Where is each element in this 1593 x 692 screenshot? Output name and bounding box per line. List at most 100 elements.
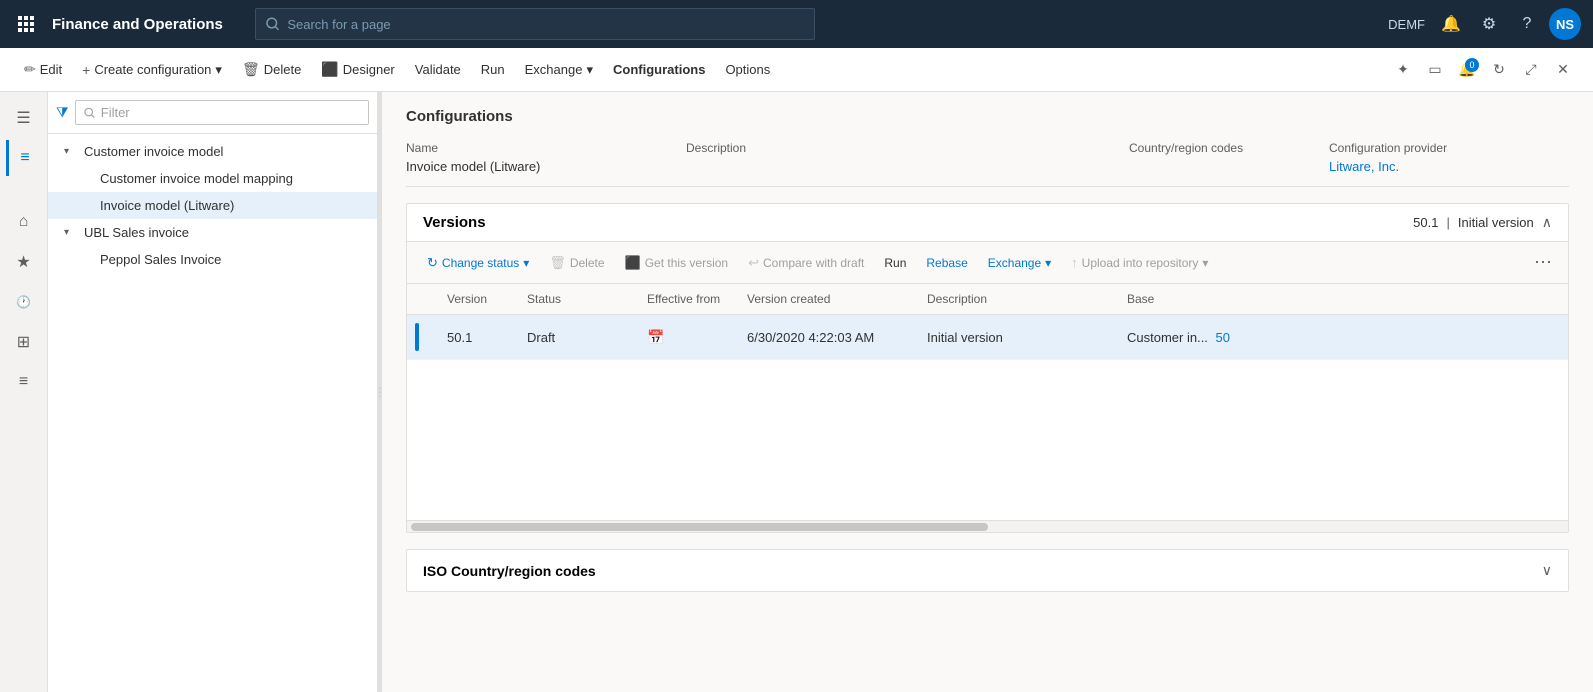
- sidebar-list-icon[interactable]: ≡: [6, 140, 42, 176]
- col-version-header: Version: [447, 292, 527, 306]
- versions-delete-icon: 🗑: [549, 255, 566, 271]
- main-layout: ☰ ≡ ⌂ ★ 🕐 ⊞ ≡ ⧩ ▾: [0, 92, 1593, 692]
- col-status-header: Status: [527, 292, 647, 306]
- tree-item-invoice-model-litware[interactable]: Invoice model (Litware): [48, 192, 377, 219]
- iso-title: ISO Country/region codes: [423, 563, 1542, 579]
- col-effective-from-header: Effective from: [647, 292, 747, 306]
- change-status-chevron-icon: ▾: [523, 256, 529, 270]
- exchange-version-chevron-icon: ▾: [1045, 256, 1051, 270]
- versions-collapse-icon[interactable]: ∧: [1542, 214, 1552, 231]
- tree-item-peppol-sales-invoice[interactable]: Peppol Sales Invoice: [48, 246, 377, 273]
- sidebar-star-icon[interactable]: ★: [6, 244, 42, 280]
- notification-badge-icon[interactable]: 🔔0: [1453, 56, 1481, 84]
- empty-table-area: [407, 360, 1568, 520]
- top-nav-right: DEMF 🔔 ⚙ ? NS: [1388, 8, 1581, 40]
- sidebar-hamburger-icon[interactable]: ☰: [6, 100, 42, 136]
- sidebar-home-icon[interactable]: ⌂: [6, 204, 42, 240]
- search-icon: [266, 17, 279, 31]
- cell-status: Draft: [527, 330, 647, 345]
- filter-icon[interactable]: ⧩: [56, 104, 69, 121]
- versions-header: Versions 50.1 | Initial version ∧: [407, 204, 1568, 242]
- plus-icon: +: [82, 62, 90, 78]
- configurations-button[interactable]: Configurations: [605, 56, 713, 83]
- upload-chevron-icon: ▾: [1202, 256, 1208, 270]
- versions-section: Versions 50.1 | Initial version ∧ ↻ Chan…: [406, 203, 1569, 533]
- help-icon[interactable]: ?: [1511, 8, 1543, 40]
- settings-icon[interactable]: ⚙: [1473, 8, 1505, 40]
- sidebar-icons: ☰ ≡ ⌂ ★ 🕐 ⊞ ≡: [0, 92, 48, 692]
- version-meta-separator: |: [1446, 215, 1449, 230]
- tree-content: ▾ Customer invoice model Customer invoic…: [48, 134, 377, 692]
- cell-effective-from: 📅: [647, 329, 747, 346]
- exchange-button[interactable]: Exchange ▾: [517, 56, 601, 84]
- tree-panel: ⧩ ▾ Customer invoice model Customer in: [48, 92, 378, 692]
- refresh-icon[interactable]: ↻: [1485, 56, 1513, 84]
- filter-input[interactable]: [101, 105, 360, 120]
- validate-button[interactable]: Validate: [407, 56, 469, 83]
- horizontal-scrollbar[interactable]: [407, 520, 1568, 532]
- iso-section: ISO Country/region codes ∨: [406, 549, 1569, 592]
- user-label: DEMF: [1388, 17, 1425, 32]
- command-bar-right: ✦ ▭ 🔔0 ↻ ⤢ ✕: [1389, 56, 1577, 84]
- user-avatar[interactable]: NS: [1549, 8, 1581, 40]
- exchange-version-button[interactable]: Exchange ▾: [980, 251, 1059, 275]
- create-config-chevron-icon: ▾: [215, 62, 222, 78]
- delete-button[interactable]: 🗑 Delete: [234, 55, 309, 84]
- upload-into-repository-button[interactable]: ↑ Upload into repository ▾: [1063, 250, 1216, 275]
- tree-item-customer-invoice-model[interactable]: ▾ Customer invoice model: [48, 138, 377, 165]
- close-icon[interactable]: ✕: [1549, 56, 1577, 84]
- notification-icon[interactable]: 🔔: [1435, 8, 1467, 40]
- create-config-button[interactable]: + Create configuration ▾: [74, 56, 230, 84]
- iso-chevron-icon: ∨: [1542, 562, 1552, 579]
- more-options-icon[interactable]: ⋯: [1530, 248, 1556, 277]
- versions-delete-button[interactable]: 🗑 Delete: [541, 250, 612, 276]
- tree-item-customer-invoice-mapping[interactable]: Customer invoice model mapping: [48, 165, 377, 192]
- search-input[interactable]: [287, 17, 804, 32]
- config-header-row: Name Invoice model (Litware) Description…: [406, 137, 1569, 178]
- scroll-thumb: [411, 523, 988, 531]
- versions-table-header: Version Status Effective from Version cr…: [407, 284, 1568, 315]
- sidebar-recent-icon[interactable]: 🕐: [6, 284, 42, 320]
- run-button[interactable]: Run: [473, 56, 513, 83]
- rebase-button[interactable]: Rebase: [918, 251, 975, 275]
- designer-button[interactable]: ⬛ Designer: [313, 55, 402, 84]
- run-version-button[interactable]: Run: [876, 251, 914, 275]
- base-link[interactable]: Customer in...: [1127, 330, 1208, 345]
- notification-count: 0: [1465, 58, 1479, 72]
- options-button[interactable]: Options: [717, 56, 778, 83]
- command-bar: ✏ Edit + Create configuration ▾ 🗑 Delete…: [0, 48, 1593, 92]
- get-this-version-button[interactable]: ⬛ Get this version: [617, 250, 737, 276]
- col-extra-header: [1287, 292, 1387, 306]
- filter-input-wrap[interactable]: [75, 100, 370, 125]
- tree-caret-icon: ▾: [64, 146, 80, 157]
- cell-version-created: 6/30/2020 4:22:03 AM: [747, 330, 927, 345]
- global-search[interactable]: [255, 8, 815, 40]
- exchange-chevron-icon: ▾: [586, 62, 593, 78]
- upload-icon: ↑: [1071, 255, 1078, 270]
- filter-search-icon: [84, 107, 95, 119]
- pin-icon[interactable]: ✦: [1389, 56, 1417, 84]
- popout-icon[interactable]: ⤢: [1517, 56, 1545, 84]
- col-indicator: [423, 292, 447, 306]
- edit-button[interactable]: ✏ Edit: [16, 55, 70, 84]
- app-title: Finance and Operations: [52, 16, 223, 33]
- configurations-section-title: Configurations: [406, 108, 1569, 125]
- compare-icon: ↩: [748, 255, 759, 271]
- sidebar-menu-icon[interactable]: ≡: [6, 364, 42, 400]
- top-navigation: Finance and Operations DEMF 🔔 ⚙ ? NS: [0, 0, 1593, 48]
- sidebar-workspace-icon[interactable]: ⊞: [6, 324, 42, 360]
- change-status-icon: ↻: [427, 255, 438, 271]
- col-base-header: Base: [1127, 292, 1287, 306]
- change-status-button[interactable]: ↻ Change status ▾: [419, 250, 537, 276]
- compare-with-draft-button[interactable]: ↩ Compare with draft: [740, 250, 872, 276]
- panel-icon[interactable]: ▭: [1421, 56, 1449, 84]
- table-row[interactable]: 50.1 Draft 📅 6/30/2020 4:22:03 AM Initia…: [407, 315, 1568, 360]
- main-content: Configurations Name Invoice model (Litwa…: [382, 92, 1593, 692]
- app-grid-icon[interactable]: [12, 10, 40, 38]
- tree-item-ubl-sales-invoice[interactable]: ▾ UBL Sales invoice: [48, 219, 377, 246]
- col-version-created-header: Version created: [747, 292, 927, 306]
- cell-version: 50.1: [447, 330, 527, 345]
- versions-meta: 50.1 | Initial version ∧: [1413, 214, 1552, 231]
- iso-header[interactable]: ISO Country/region codes ∨: [407, 550, 1568, 591]
- calendar-icon[interactable]: 📅: [647, 329, 664, 345]
